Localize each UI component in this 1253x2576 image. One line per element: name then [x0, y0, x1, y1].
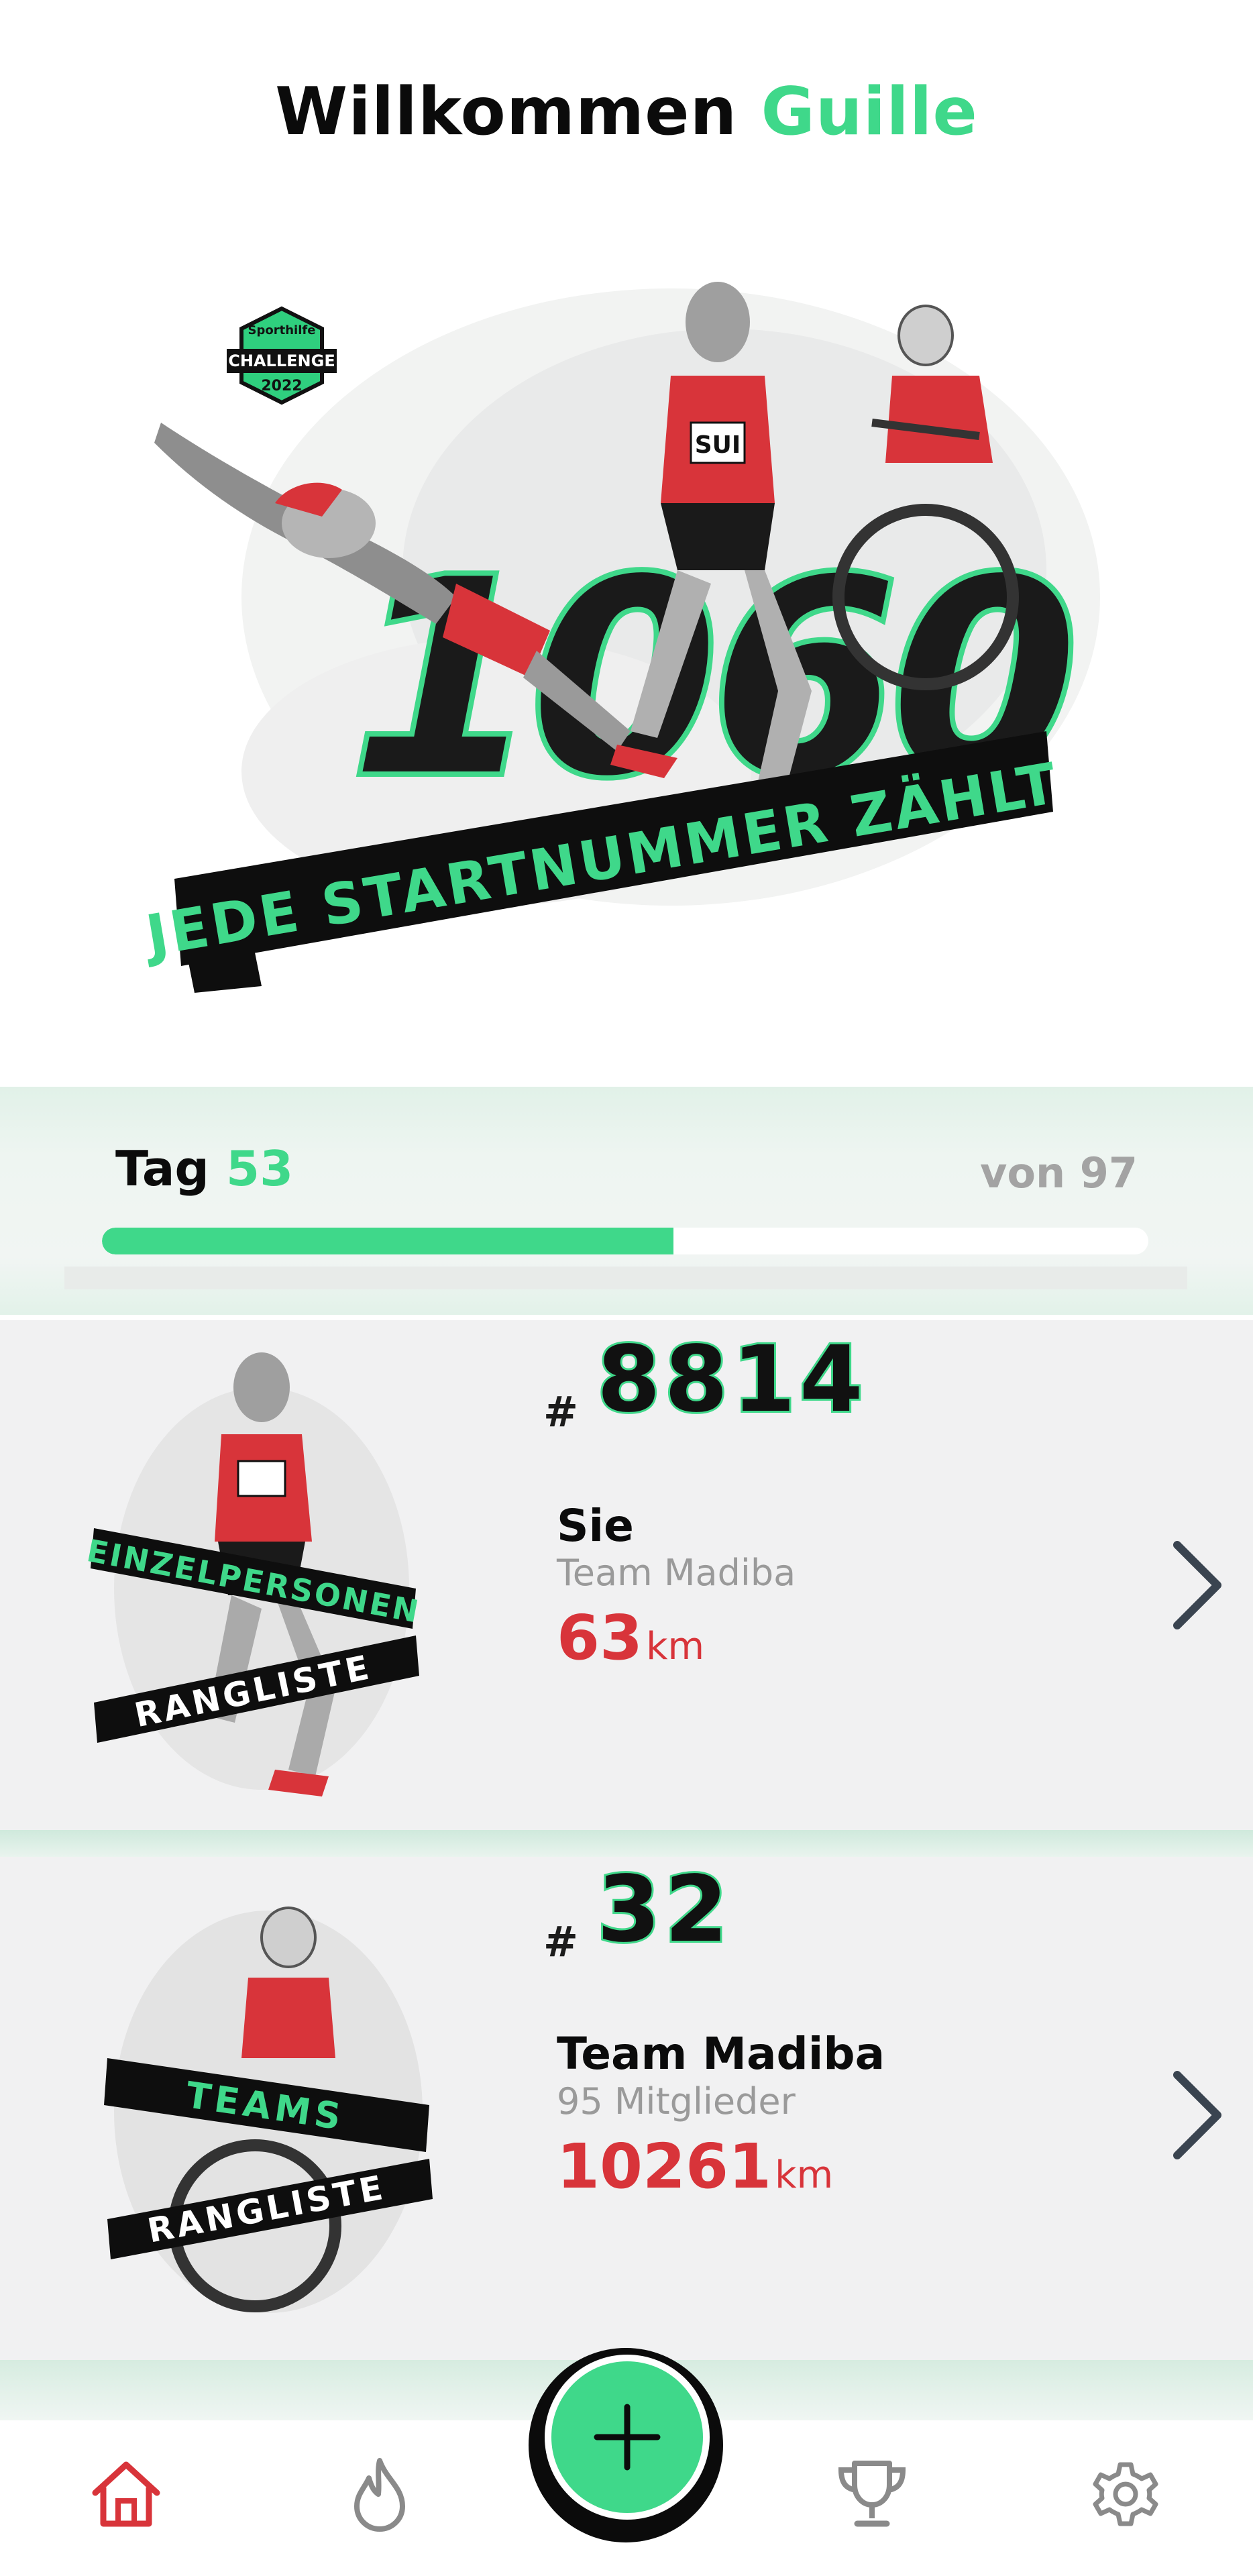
progress-underbar — [64, 1267, 1187, 1289]
chevron-right-icon[interactable] — [1167, 1535, 1228, 1635]
add-activity-button[interactable] — [545, 2355, 710, 2520]
trophy-icon[interactable] — [832, 2454, 912, 2534]
hero-image: Sporthilfe CHALLENGE 2022 1060 SUI JEDE … — [138, 282, 1100, 993]
home-icon[interactable] — [86, 2454, 166, 2534]
distance-unit: km — [646, 1625, 705, 1668]
distance-value: 63 — [557, 1602, 643, 1674]
individual-rank: 8814 — [595, 1325, 867, 1435]
progress-fill — [102, 1228, 673, 1254]
team-name: Team Madiba — [557, 2028, 885, 2080]
team-ranking-card[interactable]: TEAMS RANGLISTE # 32 Team Madiba 95 Mitg… — [0, 1855, 1253, 2360]
badge-brand: Sporthilfe — [248, 323, 316, 337]
team-members: 95 Mitglieder — [557, 2080, 796, 2123]
team-distance: 10261 km — [557, 2131, 833, 2202]
flame-icon[interactable] — [339, 2454, 420, 2534]
card-separator — [0, 1830, 1253, 1857]
challenge-badge: Sporthilfe CHALLENGE 2022 — [227, 306, 337, 405]
rank-hash: # — [543, 1387, 578, 1436]
individual-card-image: EINZELPERSONEN RANGLISTE — [84, 1352, 423, 1796]
chevron-right-icon[interactable] — [1167, 2065, 1228, 2165]
team-card-image: TEAMS RANGLISTE — [104, 1907, 433, 2313]
individual-distance: 63 km — [557, 1602, 704, 1674]
badge-year: 2022 — [261, 378, 302, 394]
badge-label: CHALLENGE — [228, 352, 335, 370]
day-total: von 97 — [979, 1148, 1138, 1197]
day-label: Tag 53 — [115, 1140, 293, 1197]
individual-ranking-card[interactable]: EINZELPERSONEN RANGLISTE # 8814 Sie Team… — [0, 1320, 1253, 1830]
progress-bar — [102, 1228, 1148, 1254]
individual-name: Sie — [557, 1500, 634, 1552]
greeting-text: Willkommen — [275, 74, 738, 150]
distance-value: 10261 — [557, 2131, 772, 2202]
day-prefix: Tag — [115, 1140, 209, 1197]
gear-icon[interactable] — [1085, 2454, 1166, 2534]
team-rank: 32 — [595, 1855, 732, 1965]
user-name: Guille — [761, 74, 978, 150]
page-title: Willkommen Guille — [0, 74, 1253, 150]
distance-unit: km — [775, 2153, 834, 2197]
jersey-text: SUI — [695, 431, 741, 459]
plus-icon — [594, 2404, 661, 2471]
individual-team: Team Madiba — [557, 1552, 796, 1594]
day-current: 53 — [226, 1140, 294, 1197]
rank-hash: # — [543, 1917, 578, 1966]
